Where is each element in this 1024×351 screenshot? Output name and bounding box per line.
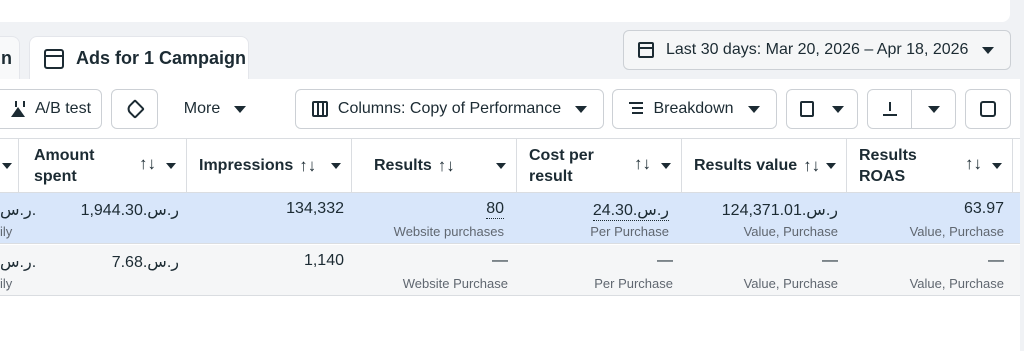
top-card bbox=[0, 0, 1010, 22]
cell-amount-spent: 7.68.ر.س bbox=[111, 254, 179, 271]
sort-icon[interactable]: ↑↓ bbox=[438, 156, 455, 176]
cell-cost-per-result: — Per Purchase bbox=[594, 252, 673, 291]
columns-icon bbox=[311, 101, 328, 117]
breakdown-label: Breakdown bbox=[653, 100, 734, 117]
table-header: Amount spent ↑↓ Impressions ↑↓ Results ↑↓… bbox=[0, 138, 1020, 193]
columns-button[interactable]: Columns: Copy of Performance bbox=[295, 89, 604, 129]
breakdown-icon bbox=[629, 102, 644, 116]
table-row[interactable]: ر.س. ily 7.68.ر.س 1,140 — Website Purchas… bbox=[0, 245, 1020, 296]
ad-icon bbox=[44, 48, 64, 69]
cell-impressions: 134,332 bbox=[286, 200, 344, 217]
reports-button[interactable] bbox=[786, 89, 858, 129]
download-icon bbox=[882, 102, 897, 116]
chevron-down-icon bbox=[234, 105, 247, 113]
chevron-down-icon bbox=[575, 105, 588, 113]
header-results-value[interactable]: Results value ↑↓ bbox=[682, 139, 847, 193]
cell-results-value: 124,371.01.ر.س Value, Purchase bbox=[721, 202, 838, 239]
cell-results-roas: 63.97 Value, Purchase bbox=[909, 200, 1004, 239]
chevron-down-icon bbox=[661, 163, 671, 169]
header-impressions[interactable]: Impressions ↑↓ bbox=[187, 139, 352, 193]
table-row[interactable]: ر.س. ily 1,944.30.ر.س 134,332 80 Website … bbox=[0, 193, 1020, 244]
tab-previous[interactable]: n bbox=[0, 36, 20, 80]
tag-icon bbox=[124, 99, 145, 119]
sort-icon[interactable]: ↑↓ bbox=[965, 154, 982, 174]
chart-icon bbox=[980, 101, 996, 117]
breakdown-button[interactable]: Breakdown bbox=[612, 89, 777, 129]
cell-impressions: 1,140 bbox=[303, 252, 344, 269]
header-results-roas[interactable]: Results ROAS ↑↓ bbox=[847, 139, 1013, 193]
export-button[interactable] bbox=[867, 89, 956, 129]
cell-edge-sub: ily bbox=[0, 276, 13, 291]
sort-icon[interactable]: ↑↓ bbox=[803, 156, 820, 176]
cell-results[interactable]: 80 Website purchases bbox=[352, 193, 504, 243]
sort-icon[interactable]: ↑↓ bbox=[299, 156, 316, 176]
cell-amount-spent: 1,944.30.ر.س bbox=[80, 202, 179, 219]
tab-ads[interactable]: Ads for 1 Campaign bbox=[29, 36, 249, 80]
chevron-down-icon bbox=[982, 46, 995, 54]
cell-results: — Website Purchase bbox=[402, 252, 508, 291]
charts-button[interactable] bbox=[965, 89, 1011, 129]
report-icon bbox=[800, 101, 814, 117]
cell-results-roas: — Value, Purchase bbox=[909, 252, 1004, 291]
columns-label: Columns: Copy of Performance bbox=[337, 100, 562, 117]
chevron-down-icon bbox=[331, 163, 341, 169]
header-col-edge[interactable] bbox=[0, 139, 19, 193]
sort-icon[interactable]: ↑↓ bbox=[139, 154, 156, 174]
tab-previous-label: n bbox=[1, 48, 12, 68]
chevron-down-icon bbox=[166, 163, 176, 169]
chevron-down-icon bbox=[832, 105, 844, 113]
header-results[interactable]: Results ↑↓ bbox=[352, 139, 517, 193]
header-amount-spent[interactable]: Amount spent ↑↓ bbox=[19, 139, 187, 193]
flask-icon bbox=[11, 101, 25, 117]
chevron-down-icon bbox=[826, 163, 836, 169]
tab-ads-label: Ads for 1 Campaign bbox=[76, 48, 247, 68]
export-dropdown[interactable] bbox=[911, 90, 955, 128]
date-range-label: Last 30 days: Mar 20, 2026 – Apr 18, 202… bbox=[666, 41, 969, 58]
export-download[interactable] bbox=[868, 90, 911, 128]
more-button[interactable]: More bbox=[168, 89, 262, 129]
cell-edge-sub: ily bbox=[0, 224, 13, 239]
more-label: More bbox=[183, 100, 221, 117]
calendar-icon bbox=[638, 42, 654, 58]
cell-results-value: — Value, Purchase bbox=[743, 252, 838, 291]
ab-test-label: A/B test bbox=[35, 100, 92, 117]
header-cost-per-result[interactable]: Cost per result ↑↓ bbox=[517, 139, 682, 193]
chevron-down-icon bbox=[2, 163, 12, 169]
chevron-down-icon bbox=[747, 105, 760, 113]
chevron-down-icon bbox=[496, 163, 506, 169]
ab-test-button[interactable]: A/B test bbox=[0, 89, 102, 129]
chevron-down-icon bbox=[927, 105, 940, 113]
sort-icon[interactable]: ↑↓ bbox=[634, 154, 651, 174]
chevron-down-icon bbox=[992, 163, 1002, 169]
cell-cost-per-result[interactable]: 24.30.ر.س Per Purchase bbox=[517, 193, 669, 243]
tag-button[interactable] bbox=[111, 89, 158, 129]
date-range-picker[interactable]: Last 30 days: Mar 20, 2026 – Apr 18, 202… bbox=[623, 30, 1011, 70]
